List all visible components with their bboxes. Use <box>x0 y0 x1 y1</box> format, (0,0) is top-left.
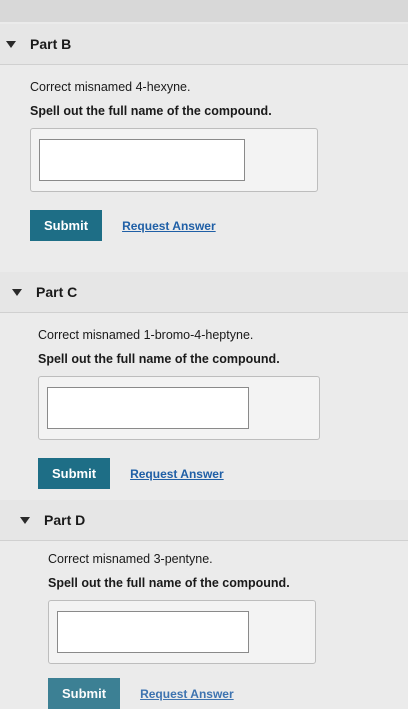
part-c: Part C Correct misnamed 1-bromo-4-heptyn… <box>0 272 408 492</box>
answer-area <box>48 600 316 664</box>
chevron-down-icon[interactable] <box>20 516 30 524</box>
part-title: Part B <box>30 36 72 52</box>
request-answer-link[interactable]: Request Answer <box>130 467 224 481</box>
part-title: Part C <box>36 284 78 300</box>
question-text: Correct misnamed 1-bromo-4-heptyne. <box>38 328 254 342</box>
part-title: Part D <box>44 512 86 528</box>
submit-button[interactable]: Submit <box>38 458 111 489</box>
answer-area <box>30 128 318 192</box>
part-d-header[interactable]: Part D <box>0 500 408 541</box>
answer-area <box>38 376 320 440</box>
question-text: Correct misnamed 4-hexyne. <box>30 80 191 94</box>
instruction-text: Spell out the full name of the compound. <box>48 576 290 590</box>
request-answer-link[interactable]: Request Answer <box>122 219 216 233</box>
part-b-header[interactable]: Part B <box>0 24 408 65</box>
submit-button[interactable]: Submit <box>30 210 103 241</box>
action-row: Submit Request Answer <box>38 458 338 489</box>
request-answer-link[interactable]: Request Answer <box>140 687 234 701</box>
submit-button[interactable]: Submit <box>48 678 121 709</box>
part-b: Part B Correct misnamed 4-hexyne. Spell … <box>0 24 408 244</box>
part-c-header[interactable]: Part C <box>0 272 408 313</box>
question-text: Correct misnamed 3-pentyne. <box>48 552 213 566</box>
answer-field[interactable] <box>57 611 249 653</box>
part-c-body: Correct misnamed 1-bromo-4-heptyne. Spel… <box>38 328 338 489</box>
instruction-text: Spell out the full name of the compound. <box>30 104 272 118</box>
chevron-down-icon[interactable] <box>12 288 22 296</box>
part-d: Part D Correct misnamed 3-pentyne. Spell… <box>0 500 408 709</box>
action-row: Submit Request Answer <box>30 210 330 241</box>
action-row: Submit Request Answer <box>48 678 348 709</box>
answer-field[interactable] <box>39 139 245 181</box>
part-d-body: Correct misnamed 3-pentyne. Spell out th… <box>48 552 348 709</box>
instruction-text: Spell out the full name of the compound. <box>38 352 280 366</box>
chevron-down-icon[interactable] <box>6 40 16 48</box>
answer-field[interactable] <box>47 387 249 429</box>
part-b-body: Correct misnamed 4-hexyne. Spell out the… <box>30 80 330 241</box>
top-strip <box>0 0 408 22</box>
